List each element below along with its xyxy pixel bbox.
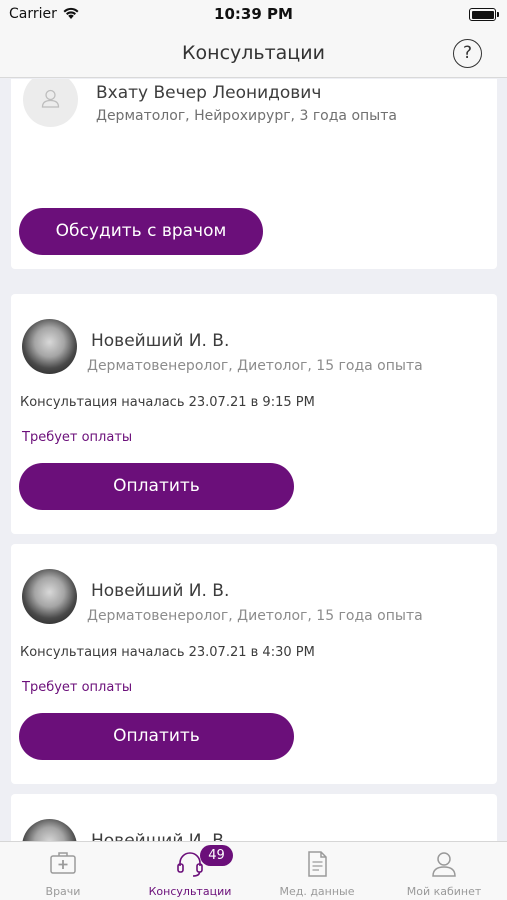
- tab-bar: Врачи 49 Консультации Мед. данные Мой ка…: [0, 841, 507, 900]
- doctor-name: Новейший И. В.: [91, 581, 230, 601]
- consultation-card: Вхату Вечер Леонидович Дерматолог, Нейро…: [11, 79, 497, 269]
- page-title: Консультации: [182, 42, 325, 64]
- help-button[interactable]: ?: [453, 39, 482, 68]
- battery-icon: [469, 8, 499, 21]
- user-icon: [432, 852, 456, 877]
- consultation-card: Новейший И. В.: [11, 794, 497, 841]
- consultations-count-badge: 49: [200, 845, 233, 866]
- discuss-with-doctor-button[interactable]: Обсудить с врачом: [19, 208, 263, 255]
- doctor-name: Вхату Вечер Леонидович: [96, 83, 322, 103]
- tab-consultations[interactable]: 49 Консультации: [127, 842, 253, 900]
- doctor-name: Новейший И. В.: [91, 331, 230, 351]
- consultation-start-time: Консультация началась 23.07.21 в 4:30 PM: [20, 645, 315, 660]
- doctor-photo: [22, 319, 77, 374]
- consultation-start-time: Консультация началась 23.07.21 в 9:15 PM: [20, 395, 315, 410]
- status-bar: Carrier 10:39 PM: [0, 0, 507, 30]
- doctor-specialty: Дерматовенеролог, Диетолог, 15 года опыт…: [87, 358, 423, 374]
- doctor-avatar-placeholder: [23, 79, 78, 127]
- doctor-photo: [22, 819, 77, 841]
- doctor-photo: [22, 569, 77, 624]
- pay-button[interactable]: Оплатить: [19, 713, 294, 760]
- tab-my-account[interactable]: Мой кабинет: [381, 842, 507, 900]
- payment-status: Требует оплаты: [22, 430, 133, 445]
- tab-medical-data[interactable]: Мед. данные: [254, 842, 380, 900]
- doctor-specialty: Дерматолог, Нейрохирург, 3 года опыта: [96, 108, 397, 124]
- payment-status: Требует оплаты: [22, 680, 133, 695]
- document-icon: [308, 851, 327, 877]
- doctor-name: Новейший И. В.: [91, 831, 230, 841]
- consultation-card: Новейший И. В. Дерматовенеролог, Диетоло…: [11, 544, 497, 784]
- consultation-card: Новейший И. В. Дерматовенеролог, Диетоло…: [11, 294, 497, 534]
- tab-label: Мед. данные: [279, 885, 355, 898]
- status-time: 10:39 PM: [214, 5, 293, 23]
- user-placeholder-icon: [41, 89, 60, 108]
- tab-label: Врачи: [45, 885, 81, 898]
- tab-label: Консультации: [148, 885, 232, 898]
- tab-label: Мой кабинет: [406, 885, 482, 898]
- medical-kit-icon: [50, 852, 76, 874]
- tab-doctors[interactable]: Врачи: [0, 842, 126, 900]
- doctor-specialty: Дерматовенеролог, Диетолог, 15 года опыт…: [87, 608, 423, 624]
- pay-button[interactable]: Оплатить: [19, 463, 294, 510]
- navigation-bar: Консультации ?: [0, 30, 507, 78]
- consultations-list[interactable]: Вхату Вечер Леонидович Дерматолог, Нейро…: [0, 79, 507, 841]
